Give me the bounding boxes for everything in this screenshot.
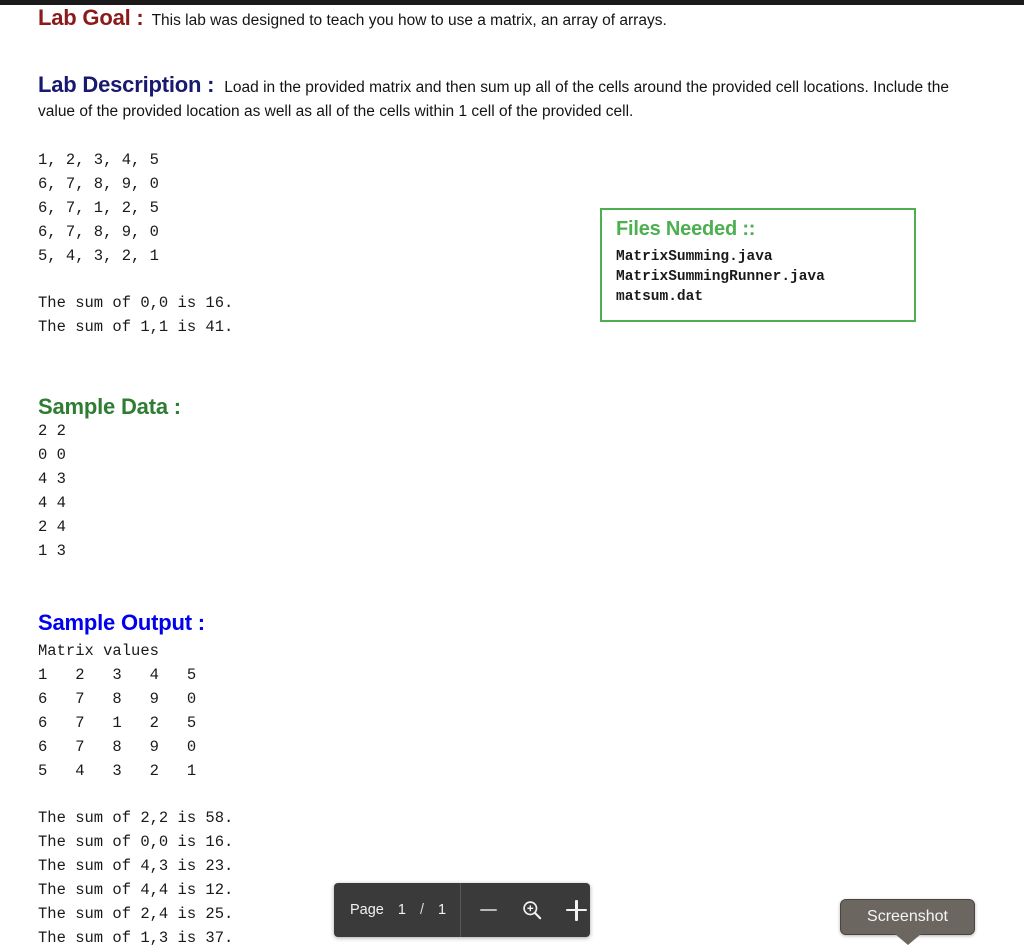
lab-goal-section: Lab Goal : This lab was designed to teach… [38,5,998,31]
files-needed-box: Files Needed :: MatrixSumming.java Matri… [600,208,916,322]
sample-data-listing: 2 2 0 0 4 3 4 4 2 4 1 3 [38,422,66,560]
sample-output-heading: Sample Output : [38,610,205,635]
minus-icon [479,908,497,912]
plus-icon [565,899,587,921]
zoom-out-button[interactable] [475,897,501,923]
page-indicator-group: Page 1 / 1 [334,883,462,937]
page-separator: / [419,902,424,918]
zoom-in-button[interactable] [563,897,589,923]
current-page-number[interactable]: 1 [398,902,406,918]
matrix-input-listing: 1, 2, 3, 4, 5 6, 7, 8, 9, 0 6, 7, 1, 2, … [38,151,159,265]
lab-goal-heading: Lab Goal : [38,5,144,30]
sample-output-matrix: Matrix values 1 2 3 4 5 6 7 8 9 0 6 7 1 … [38,639,196,783]
files-needed-heading: Files Needed :: [616,218,756,240]
files-needed-list: MatrixSumming.java MatrixSummingRunner.j… [616,249,825,305]
screenshot-tooltip-label: Screenshot [867,908,948,925]
screenshot-tooltip[interactable]: Screenshot [840,899,975,945]
magnifier-plus-icon [523,901,542,920]
sample-output-matrix-values: 1 2 3 4 5 6 7 8 9 0 6 7 1 2 5 6 7 8 9 0 … [38,666,197,780]
zoom-reset-button[interactable] [519,897,545,923]
pdf-viewer-toolbar[interactable]: Page 1 / 1 [334,883,590,937]
page-label: Page [350,902,384,918]
sample-data-heading: Sample Data : [38,394,181,419]
total-page-count: 1 [437,902,447,918]
lab-description-section: Lab Description : Load in the provided ma… [38,73,983,124]
lab-goal-text: This lab was designed to teach you how t… [151,12,667,29]
zoom-controls-group [461,883,603,937]
lab-description-heading: Lab Description : [38,72,215,97]
pdf-document-page: Lab Goal : This lab was designed to teach… [0,5,1024,947]
sample-output-matrix-label: Matrix values [38,642,159,660]
intro-sum-lines: The sum of 0,0 is 16. The sum of 1,1 is … [38,294,234,336]
sample-output-sum-lines: The sum of 2,2 is 58. The sum of 0,0 is … [38,809,234,947]
page-root: Lab Goal : This lab was designed to teach… [0,0,1024,947]
